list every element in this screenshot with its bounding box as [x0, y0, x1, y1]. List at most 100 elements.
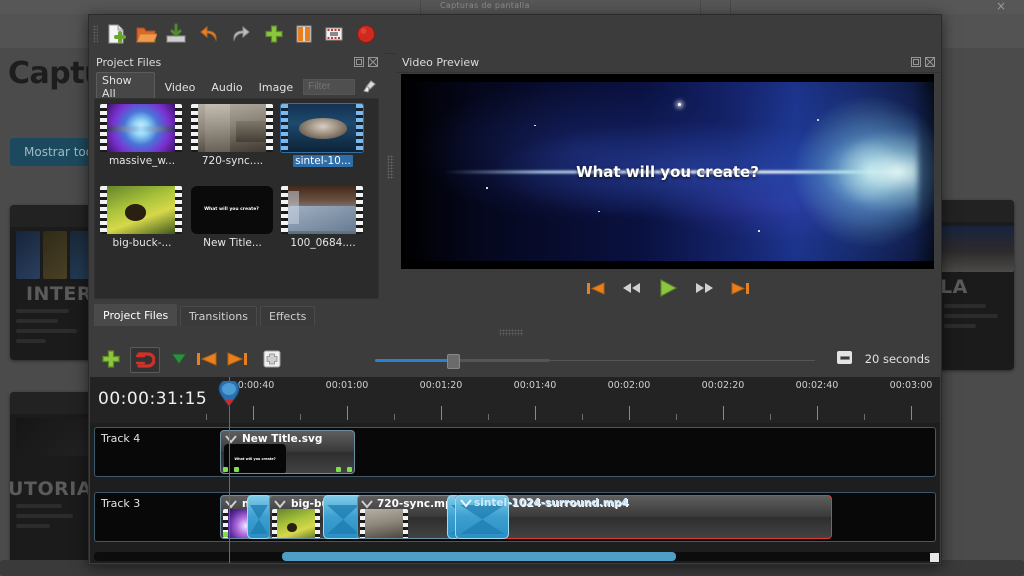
clip-chevron-icon[interactable] — [361, 499, 373, 508]
playhead-handle[interactable] — [218, 381, 240, 407]
transition-chevron-icon[interactable] — [460, 498, 472, 511]
tab-effects[interactable]: Effects — [260, 306, 315, 326]
float-panel-icon[interactable] — [911, 57, 921, 67]
filter-input[interactable] — [303, 79, 355, 95]
toolbar-grip[interactable] — [93, 25, 98, 43]
card-header — [10, 392, 98, 414]
playhead[interactable] — [229, 377, 230, 563]
file-thumbnail[interactable] — [100, 104, 182, 152]
filmstrip-right — [266, 104, 273, 152]
horizontal-splitter[interactable] — [499, 329, 523, 336]
filter-audio[interactable]: Audio — [205, 79, 248, 96]
preview-overlay-text: What will you create? — [401, 163, 934, 181]
redo-icon[interactable] — [227, 21, 253, 47]
jump-end-icon[interactable] — [729, 279, 751, 297]
timeline-transition[interactable] — [247, 495, 271, 539]
snapping-icon[interactable] — [130, 347, 160, 373]
rewind-icon[interactable] — [621, 279, 643, 297]
jump-start-icon[interactable] — [585, 279, 607, 297]
timeline-horizontal-scrollbar[interactable] — [94, 552, 936, 561]
file-thumbnail[interactable]: What will you create? — [191, 186, 273, 234]
file-item[interactable]: sintel-10... — [281, 104, 365, 178]
card-caption: LA — [940, 276, 968, 298]
zoom-slider-handle[interactable] — [447, 354, 460, 369]
clip-chevron-icon[interactable] — [225, 434, 237, 443]
timeline-clip[interactable]: New Title.svg What will you create? — [220, 430, 355, 474]
clip-chevron-icon[interactable] — [274, 499, 286, 508]
file-item[interactable]: massive_w... — [100, 104, 184, 178]
open-project-icon[interactable] — [133, 21, 159, 47]
browser-tab-title: Capturas de pantalla — [440, 1, 530, 10]
close-panel-icon[interactable] — [368, 57, 378, 67]
transition-icon — [326, 504, 360, 535]
filter-video[interactable]: Video — [159, 79, 202, 96]
timeline-clip[interactable]: 720-sync.mp4 — [357, 495, 458, 539]
zoom-level-icon[interactable] — [837, 351, 852, 364]
record-icon[interactable] — [353, 21, 379, 47]
fast-forward-icon[interactable] — [693, 279, 715, 297]
project-files-grid[interactable]: massive_w... 720-sync.... — [94, 98, 379, 299]
clip-keyframe[interactable] — [347, 467, 352, 472]
clip-keyframe[interactable] — [336, 467, 341, 472]
file-filter-row: Show All Video Audio Image — [94, 76, 379, 98]
tab-transitions[interactable]: Transitions — [180, 306, 257, 326]
import-files-icon[interactable] — [261, 21, 287, 47]
fullscreen-icon[interactable] — [321, 21, 347, 47]
video-preview-canvas[interactable]: What will you create? — [401, 74, 934, 269]
new-project-icon[interactable] — [103, 21, 129, 47]
filmstrip-left — [281, 186, 288, 234]
filmstrip-right — [175, 186, 182, 234]
add-track-icon[interactable] — [98, 347, 124, 371]
filmstrip-left — [281, 104, 288, 152]
project-files-dock: Project Files Show All Video Audio Image — [90, 53, 383, 303]
card-caption: TUTORIA — [10, 478, 92, 500]
file-item[interactable]: What will you create? New Title... — [191, 186, 275, 260]
vertical-splitter[interactable] — [387, 155, 394, 179]
transition-clip-title: sintel-1024-surround.mp4 — [474, 497, 629, 509]
background-card[interactable]: INTER — [10, 205, 98, 360]
clip-keyframe[interactable] — [223, 532, 228, 537]
track-label: Track 3 — [101, 497, 140, 510]
timeline-track[interactable]: Track 3 m — [94, 492, 936, 542]
file-thumbnail[interactable] — [100, 186, 182, 234]
export-video-icon[interactable] — [291, 21, 317, 47]
ruler-label: 00:02:40 — [796, 380, 839, 391]
card-caption: INTER — [26, 283, 92, 305]
filter-image[interactable]: Image — [253, 79, 299, 96]
float-panel-icon[interactable] — [354, 57, 364, 67]
file-thumbnail[interactable] — [191, 104, 273, 152]
clip-chevron-icon[interactable] — [225, 499, 237, 508]
center-playhead-icon[interactable] — [260, 347, 284, 371]
tab-project-files[interactable]: Project Files — [94, 304, 177, 326]
ruler-label: 00:01:40 — [514, 380, 557, 391]
zoom-slider[interactable] — [375, 359, 550, 362]
clip-keyframe[interactable] — [223, 467, 228, 472]
background-card[interactable]: TUTORIA — [10, 392, 98, 570]
card-header — [10, 205, 98, 227]
previous-marker-icon[interactable] — [194, 347, 220, 371]
scrollbar-thumb[interactable] — [282, 552, 676, 561]
clear-filter-icon[interactable] — [359, 78, 379, 96]
play-icon[interactable] — [657, 279, 679, 297]
file-item[interactable]: 720-sync.... — [191, 104, 275, 178]
close-panel-icon[interactable] — [925, 57, 935, 67]
window-resize-grip[interactable] — [930, 553, 939, 562]
project-files-title: Project Files — [96, 56, 161, 69]
dock-tabs: Project Files Transitions Effects — [90, 304, 383, 326]
close-icon[interactable]: × — [996, 0, 1006, 13]
file-thumbnail[interactable] — [281, 186, 363, 234]
file-thumbnail[interactable] — [281, 104, 363, 152]
track-label: Track 4 — [101, 432, 140, 445]
timeline-track[interactable]: Track 4 New Title.svg What will you crea… — [94, 427, 936, 477]
file-item[interactable]: 100_0684.... — [281, 186, 365, 260]
timeline[interactable]: 00:00:31:15 00:00:40 00:01:00 00:01:20 0… — [90, 377, 940, 563]
add-marker-icon[interactable] — [167, 347, 191, 371]
undo-icon[interactable] — [197, 21, 223, 47]
background-card[interactable]: LA — [938, 200, 1014, 370]
panel-header-icons — [911, 57, 935, 67]
project-files-body: Show All Video Audio Image — [90, 72, 383, 303]
next-marker-icon[interactable] — [224, 347, 250, 371]
clip-keyframe[interactable] — [234, 467, 239, 472]
file-item[interactable]: big-buck-... — [100, 186, 184, 260]
save-project-icon[interactable] — [163, 21, 189, 47]
